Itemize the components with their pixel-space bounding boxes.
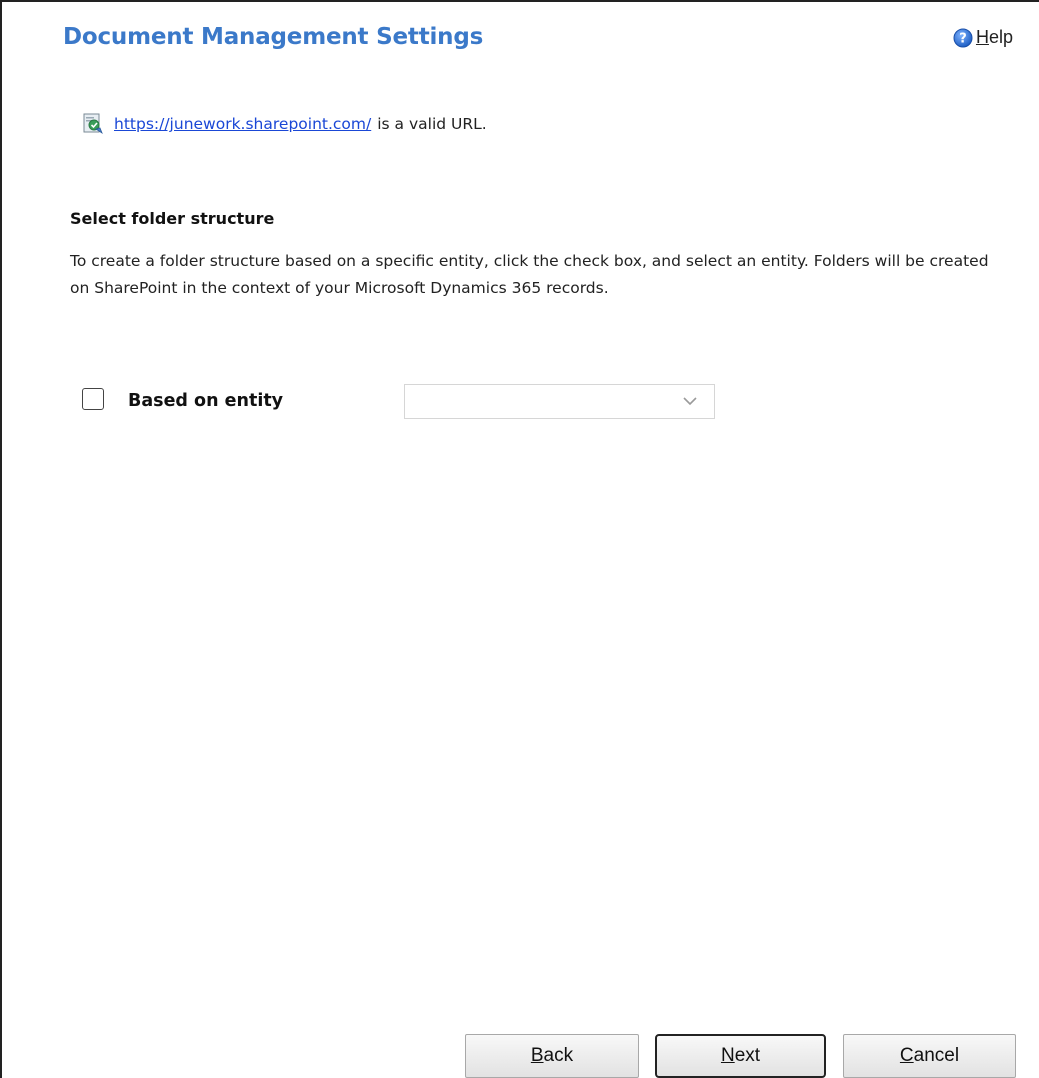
based-on-entity-checkbox[interactable] [82,388,104,410]
cancel-button[interactable]: Cancel [843,1034,1016,1078]
url-validation-row: https://junework.sharepoint.com/ is a va… [82,112,487,136]
url-valid-text: is a valid URL. [377,115,487,133]
entity-select[interactable] [404,384,715,419]
help-label: Help [975,27,1013,47]
document-management-dialog: Document Management Settings ? Help http… [0,0,1039,1078]
based-on-entity-label: Based on entity [128,391,284,411]
chevron-down-icon [683,397,697,406]
folder-structure-heading: Select folder structure [70,209,275,228]
dialog-title: Document Management Settings [63,24,484,50]
sharepoint-valid-icon [83,113,103,135]
back-button[interactable]: Back [465,1034,639,1078]
folder-structure-description: To create a folder structure based on a … [70,252,989,297]
svg-text:?: ? [959,31,967,46]
sharepoint-url-link[interactable]: https://junework.sharepoint.com/ [114,115,371,133]
help-link[interactable]: ? Help [953,27,1013,48]
next-button[interactable]: Next [655,1034,826,1078]
help-circle-icon: ? [953,28,973,47]
